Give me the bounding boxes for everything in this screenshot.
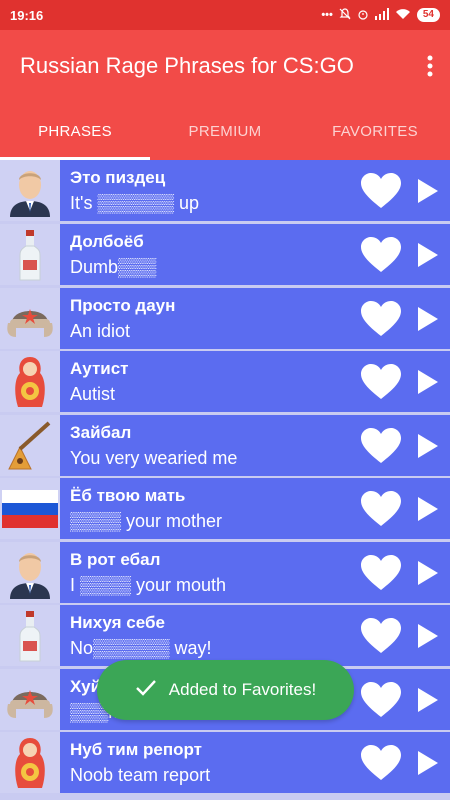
heart-icon[interactable] bbox=[358, 613, 404, 659]
app-bar: Russian Rage Phrases for CS:GO bbox=[0, 30, 450, 102]
phrase-translation: Noob team report bbox=[70, 764, 211, 785]
phrase-texts: Это пиздец It's ▒▒▒▒▒▒ up bbox=[60, 167, 358, 215]
more-notifications-icon: ••• bbox=[321, 9, 333, 21]
phrase-content: Нуб тим репорт Noob team report bbox=[60, 732, 450, 793]
tab-phrases[interactable]: PHRASES bbox=[0, 102, 150, 160]
status-bar: 19:16 ••• 54 bbox=[0, 0, 450, 30]
phrase-russian: Просто даун bbox=[70, 295, 176, 315]
phrase-russian: Ёб твою мать bbox=[70, 485, 186, 505]
play-icon[interactable] bbox=[410, 232, 446, 278]
ushanka-hat-icon bbox=[0, 288, 60, 349]
phrase-russian: Зайбал bbox=[70, 422, 132, 442]
mute-icon bbox=[339, 7, 351, 23]
phrase-russian: Долбоёб bbox=[70, 231, 144, 251]
phrase-row[interactable]: Долбоёб Dumb▒▒▒ bbox=[0, 224, 450, 285]
play-icon[interactable] bbox=[410, 486, 446, 532]
phrase-row[interactable]: Нуб тим репорт Noob team report bbox=[0, 732, 450, 793]
phrase-row[interactable]: Зайбал You very wearied me bbox=[0, 415, 450, 476]
heart-icon[interactable] bbox=[358, 296, 404, 342]
putin-avatar-icon bbox=[0, 542, 60, 603]
play-icon[interactable] bbox=[410, 550, 446, 596]
heart-icon[interactable] bbox=[358, 677, 404, 723]
phrase-texts: Нуб тим репорт Noob team report bbox=[60, 739, 358, 787]
heart-icon[interactable] bbox=[358, 486, 404, 532]
check-icon bbox=[135, 679, 157, 702]
phrase-translation: Dumb▒▒▒ bbox=[70, 256, 157, 277]
signal-icon bbox=[374, 7, 389, 23]
heart-icon[interactable] bbox=[358, 168, 404, 214]
putin-avatar-icon bbox=[0, 160, 60, 221]
phrase-translation: It's ▒▒▒▒▒▒ up bbox=[70, 192, 199, 213]
phrase-content: Нихуя себе No▒▒▒▒▒▒ way! bbox=[60, 605, 450, 666]
more-vert-icon[interactable] bbox=[410, 30, 450, 102]
heart-icon[interactable] bbox=[358, 423, 404, 469]
phrase-row[interactable]: Аутист Autist bbox=[0, 351, 450, 412]
play-icon[interactable] bbox=[410, 168, 446, 214]
heart-icon[interactable] bbox=[358, 740, 404, 786]
phrase-texts: Нихуя себе No▒▒▒▒▒▒ way! bbox=[60, 612, 358, 660]
balalaika-icon bbox=[0, 415, 60, 476]
phrase-texts: Просто даун An idiot bbox=[60, 295, 358, 343]
tab-premium[interactable]: PREMIUM bbox=[150, 102, 300, 160]
wifi-icon bbox=[395, 8, 411, 23]
play-icon[interactable] bbox=[410, 740, 446, 786]
phrase-texts: Долбоёб Dumb▒▒▒ bbox=[60, 231, 358, 279]
vodka-bottle-icon bbox=[0, 224, 60, 285]
tab-favorites[interactable]: FAVORITES bbox=[300, 102, 450, 160]
phrase-translation: An idiot bbox=[70, 320, 131, 341]
phrase-texts: В рот ебал I ▒▒▒▒ your mouth bbox=[60, 549, 358, 597]
phrase-translation: You very wearied me bbox=[70, 447, 238, 468]
battery-icon: 54 bbox=[416, 8, 440, 22]
phrase-russian: Это пиздец bbox=[70, 167, 166, 187]
play-icon[interactable] bbox=[410, 613, 446, 659]
phrase-content: Аутист Autist bbox=[60, 351, 450, 412]
phrase-texts: Ёб твою мать ▒▒▒▒ your mother bbox=[60, 485, 358, 533]
tab-bar: PHRASES PREMIUM FAVORITES bbox=[0, 102, 450, 160]
phrase-translation: No▒▒▒▒▒▒ way! bbox=[70, 637, 212, 658]
play-icon[interactable] bbox=[410, 423, 446, 469]
play-icon[interactable] bbox=[410, 296, 446, 342]
heart-icon[interactable] bbox=[358, 550, 404, 596]
phrase-russian: Нихуя себе bbox=[70, 612, 165, 632]
matryoshka-doll-icon bbox=[0, 351, 60, 412]
status-time: 19:16 bbox=[10, 7, 44, 23]
phrase-content: Долбоёб Dumb▒▒▒ bbox=[60, 224, 450, 285]
matryoshka-doll-icon bbox=[0, 732, 60, 793]
phrase-texts: Аутист Autist bbox=[60, 358, 358, 406]
app-title: Russian Rage Phrases for CS:GO bbox=[20, 53, 354, 78]
phrase-row[interactable]: Просто даун An idiot bbox=[0, 288, 450, 349]
alarm-icon bbox=[357, 8, 369, 23]
phrase-content: В рот ебал I ▒▒▒▒ your mouth bbox=[60, 542, 450, 603]
phrase-content: Зайбал You very wearied me bbox=[60, 415, 450, 476]
phrase-content: Это пиздец It's ▒▒▒▒▒▒ up bbox=[60, 160, 450, 221]
phrase-row[interactable]: Нихуя себе No▒▒▒▒▒▒ way! bbox=[0, 605, 450, 666]
phrase-russian: Нуб тим репорт bbox=[70, 739, 203, 759]
phrase-translation: I ▒▒▒▒ your mouth bbox=[70, 574, 227, 595]
status-icons: ••• 54 bbox=[321, 7, 440, 23]
russian-flag-icon bbox=[0, 478, 60, 539]
phrase-translation: ▒▒▒▒ your mother bbox=[70, 510, 223, 531]
play-icon[interactable] bbox=[410, 677, 446, 723]
toast: Added to Favorites! bbox=[97, 660, 354, 720]
phrase-content: Просто даун An idiot bbox=[60, 288, 450, 349]
phrase-russian: Аутист bbox=[70, 358, 129, 378]
heart-icon[interactable] bbox=[358, 232, 404, 278]
phrase-russian: В рот ебал bbox=[70, 549, 161, 569]
phrase-translation: Autist bbox=[70, 383, 116, 404]
vodka-bottle-icon bbox=[0, 605, 60, 666]
ushanka-hat-icon bbox=[0, 669, 60, 730]
phrase-row[interactable]: Ёб твою мать ▒▒▒▒ your mother bbox=[0, 478, 450, 539]
phrase-texts: Зайбал You very wearied me bbox=[60, 422, 358, 470]
phrase-row[interactable]: Это пиздец It's ▒▒▒▒▒▒ up bbox=[0, 160, 450, 221]
phrase-content: Ёб твою мать ▒▒▒▒ your mother bbox=[60, 478, 450, 539]
heart-icon[interactable] bbox=[358, 359, 404, 405]
phrase-row[interactable]: В рот ебал I ▒▒▒▒ your mouth bbox=[0, 542, 450, 603]
play-icon[interactable] bbox=[410, 359, 446, 405]
toast-message: Added to Favorites! bbox=[168, 680, 317, 699]
